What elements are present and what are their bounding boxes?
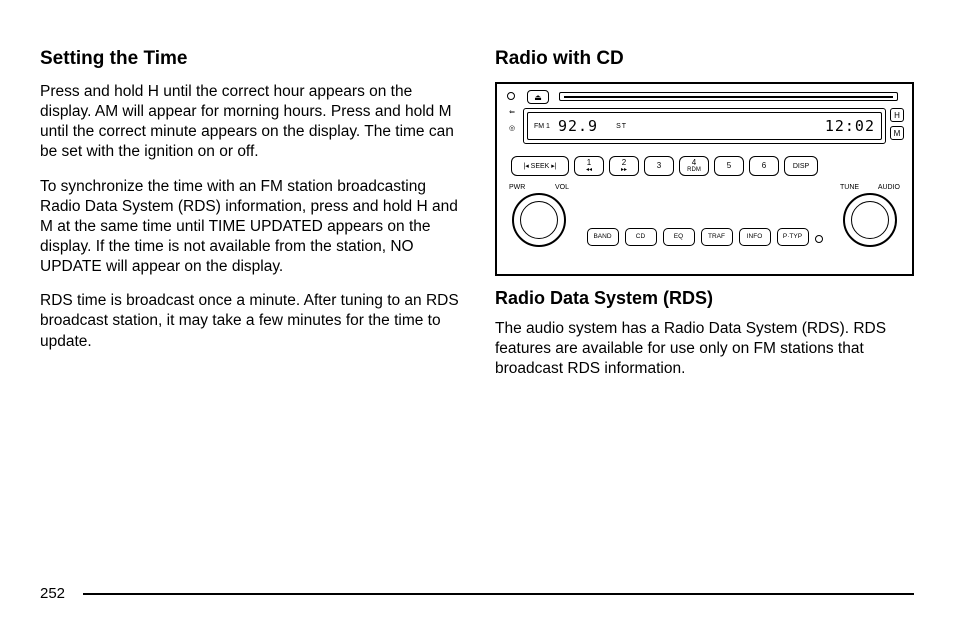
heading-radio-cd: Radio with CD xyxy=(495,48,914,70)
paragraph: The audio system has a Radio Data System… xyxy=(495,319,914,379)
mode-button-row: BAND CD EQ TRAF INFO P·TYP xyxy=(571,228,838,246)
volume-knob-icon xyxy=(512,193,566,247)
tune-knob-group: TUNEAUDIO xyxy=(838,184,902,247)
radio-illustration: ⏏ ⇐ ◎ FM 1 92.9 ST 12:02 H M |◂ xyxy=(495,82,914,276)
cd-button-icon: CD xyxy=(625,228,657,246)
heading-rds: Radio Data System (RDS) xyxy=(495,288,914,309)
screw-icon xyxy=(815,235,823,243)
hour-minute-buttons: H M xyxy=(890,108,904,140)
preset-4-icon: 4RDM xyxy=(679,156,709,176)
preset-3-icon: 3 xyxy=(644,156,674,176)
m-button-icon: M xyxy=(890,126,904,140)
stereo-indicator: ST xyxy=(616,123,627,130)
right-column: Radio with CD ⏏ ⇐ ◎ FM 1 92.9 ST 12:02 H… xyxy=(495,48,914,393)
tune-knob-icon xyxy=(843,193,897,247)
seek-button-icon: |◂ SEEK ▸| xyxy=(511,156,569,176)
eject-button-icon: ⏏ xyxy=(527,90,549,104)
volume-knob-group: PWRVOL xyxy=(507,184,571,247)
heading-setting-time: Setting the Time xyxy=(40,48,459,70)
cd-slot-icon xyxy=(559,92,898,101)
preset-6-icon: 6 xyxy=(749,156,779,176)
source-icons: ⇐ ◎ xyxy=(505,108,519,134)
paragraph: RDS time is broadcast once a minute. Aft… xyxy=(40,291,459,351)
antenna-icon: ⇐ xyxy=(505,108,519,118)
h-button-icon: H xyxy=(890,108,904,122)
paragraph: To synchronize the time with an FM stati… xyxy=(40,177,459,278)
eq-button-icon: EQ xyxy=(663,228,695,246)
disc-icon: ◎ xyxy=(505,124,519,134)
preset-1-icon: 1◂◂ xyxy=(574,156,604,176)
preset-row: |◂ SEEK ▸| 1◂◂ 2▸▸ 3 4RDM 5 6 DISP xyxy=(511,156,898,176)
info-button-icon: INFO xyxy=(739,228,771,246)
footer-rule xyxy=(83,593,914,595)
band-indicator: FM 1 xyxy=(534,123,550,130)
preset-2-icon: 2▸▸ xyxy=(609,156,639,176)
ptyp-button-icon: P·TYP xyxy=(777,228,809,246)
disp-button-icon: DISP xyxy=(784,156,818,176)
clock-readout: 12:02 xyxy=(825,117,875,135)
paragraph: Press and hold H until the correct hour … xyxy=(40,82,459,163)
preset-5-icon: 5 xyxy=(714,156,744,176)
left-column: Setting the Time Press and hold H until … xyxy=(40,48,459,393)
frequency-readout: 92.9 xyxy=(558,117,598,135)
screw-icon xyxy=(507,92,515,100)
band-button-icon: BAND xyxy=(587,228,619,246)
page-number: 252 xyxy=(40,585,65,602)
radio-display: FM 1 92.9 ST 12:02 xyxy=(523,108,886,144)
page-footer: 252 xyxy=(40,585,914,602)
traf-button-icon: TRAF xyxy=(701,228,733,246)
